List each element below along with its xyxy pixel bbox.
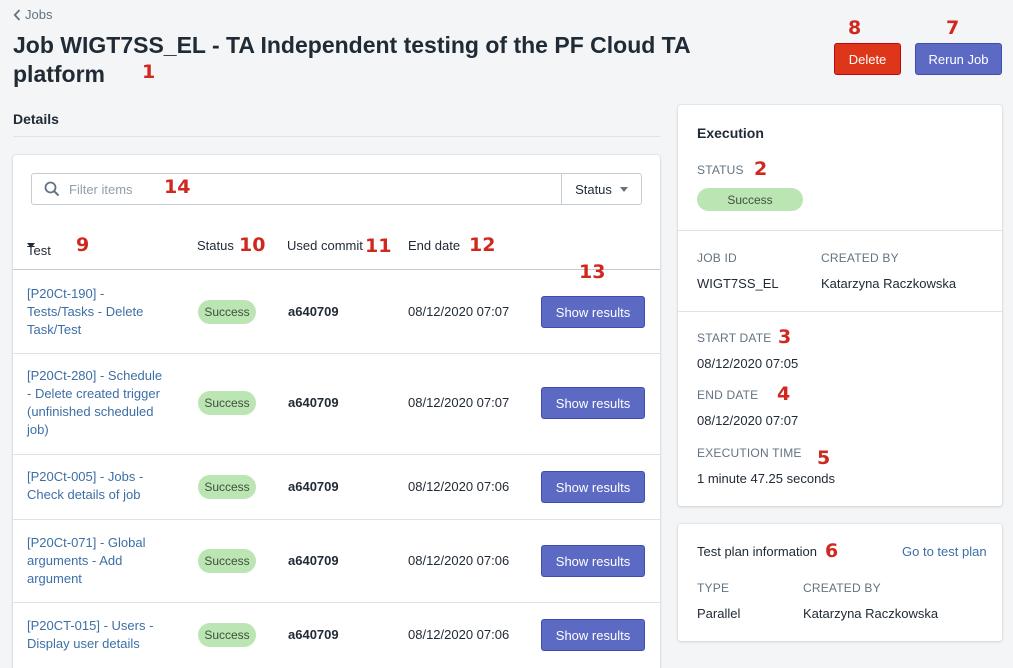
- end-date-value: 08/12/2020 07:07: [697, 413, 799, 428]
- show-results-button[interactable]: Show results: [541, 296, 645, 328]
- start-date-label: Start date: [697, 331, 772, 345]
- show-results-button[interactable]: Show results: [541, 387, 645, 419]
- job-id-label: Job ID: [697, 251, 737, 265]
- table-row: [P20Ct-071] - Global arguments - Add arg…: [13, 520, 660, 603]
- status-filter-label: Status: [575, 181, 612, 197]
- end-date: 08/12/2020 07:06: [408, 479, 510, 494]
- execution-card: Execution Status Success Job ID WIGT7SS_…: [678, 105, 1002, 506]
- annotation-marker: 7: [946, 17, 960, 39]
- breadcrumb-label: Jobs: [25, 7, 53, 22]
- end-date: 08/12/2020 07:07: [408, 304, 510, 319]
- go-to-test-plan-link[interactable]: Go to test plan: [902, 544, 987, 559]
- chevron-left-icon: [13, 8, 21, 21]
- table-row: [P20CT-015] - Users - Display user detai…: [13, 603, 660, 668]
- filter-bar: Status: [31, 173, 642, 205]
- annotation-marker: 14: [164, 176, 191, 198]
- execution-status-badge: Success: [697, 188, 803, 211]
- test-plan-card: Test plan information Go to test plan Ty…: [678, 524, 1002, 641]
- type-label: Type: [697, 581, 730, 595]
- annotation-marker: 2: [754, 158, 768, 180]
- details-divider: [13, 136, 660, 137]
- test-link[interactable]: [P20Ct-005] - Jobs - Check details of jo…: [27, 468, 167, 504]
- annotation-marker: 12: [469, 234, 496, 256]
- table-row: [P20Ct-280] - Schedule - Delete created …: [13, 354, 660, 455]
- status-badge: Success: [198, 300, 256, 324]
- commit-hash: a640709: [288, 479, 339, 494]
- table-row: [P20Ct-005] - Jobs - Check details of jo…: [13, 455, 660, 520]
- status-badge: Success: [198, 549, 256, 573]
- status-badge: Success: [198, 623, 256, 647]
- test-link[interactable]: [P20CT-015] - Users - Display user detai…: [27, 617, 167, 653]
- divider: [678, 311, 1002, 312]
- type-value: Parallel: [697, 606, 741, 621]
- annotation-marker: 3: [778, 326, 792, 348]
- test-link[interactable]: [P20Ct-280] - Schedule - Delete created …: [27, 367, 167, 439]
- caret-down-icon: [619, 186, 628, 192]
- annotation-marker: 6: [825, 540, 839, 562]
- tests-card: Status Test Status Used commit End date …: [13, 155, 660, 668]
- search-field[interactable]: [32, 174, 561, 204]
- rerun-job-button[interactable]: Rerun Job: [915, 43, 1002, 75]
- annotation-marker: 10: [239, 234, 266, 256]
- search-icon: [44, 181, 60, 197]
- created-by-value: Katarzyna Raczkowska: [821, 276, 957, 291]
- end-date: 08/12/2020 07:06: [408, 553, 510, 568]
- end-date: 08/12/2020 07:06: [408, 627, 510, 642]
- delete-button[interactable]: Delete: [834, 43, 901, 75]
- table-header: Test Status Used commit End date: [13, 233, 660, 270]
- column-status-label: Status: [197, 238, 234, 253]
- annotation-marker: 5: [817, 447, 831, 469]
- status-badge: Success: [198, 475, 256, 499]
- end-date-label: End date: [697, 388, 759, 402]
- table-row: [P20Ct-190] - Tests/Tasks - Delete Task/…: [13, 271, 660, 354]
- divider: [678, 230, 1002, 231]
- test-link[interactable]: [P20Ct-190] - Tests/Tasks - Delete Task/…: [27, 285, 167, 339]
- execution-time-value: 1 minute 47.25 seconds: [697, 471, 836, 486]
- show-results-button[interactable]: Show results: [541, 471, 645, 503]
- annotation-marker: 13: [579, 261, 606, 283]
- annotation-marker: 9: [76, 234, 90, 256]
- plan-created-by-label: Created by: [803, 581, 881, 595]
- breadcrumb-back-link[interactable]: Jobs: [13, 7, 52, 22]
- show-results-button[interactable]: Show results: [541, 545, 645, 577]
- end-date: 08/12/2020 07:07: [408, 395, 510, 410]
- job-id-value: WIGT7SS_EL: [697, 276, 779, 291]
- commit-hash: a640709: [288, 304, 339, 319]
- page-title: Job WIGT7SS_EL - TA Independent testing …: [13, 32, 690, 87]
- status-label: Status: [697, 163, 744, 177]
- details-heading: Details: [13, 111, 59, 127]
- annotation-marker: 8: [848, 17, 862, 39]
- sort-down-icon: [27, 243, 35, 248]
- annotation-marker: 4: [777, 383, 791, 405]
- created-by-label: Created by: [821, 251, 899, 265]
- status-badge: Success: [198, 391, 256, 415]
- column-end-date-label: End date: [408, 238, 461, 253]
- start-date-value: 08/12/2020 07:05: [697, 356, 799, 371]
- execution-time-label: Execution time: [697, 446, 802, 460]
- commit-hash: a640709: [288, 553, 339, 568]
- column-commit-label: Used commit: [287, 238, 363, 253]
- plan-created-by-value: Katarzyna Raczkowska: [803, 606, 939, 621]
- annotation-marker: 11: [365, 235, 392, 257]
- show-results-button[interactable]: Show results: [541, 619, 645, 651]
- commit-hash: a640709: [288, 627, 339, 642]
- commit-hash: a640709: [288, 395, 339, 410]
- status-filter-dropdown[interactable]: Status: [561, 174, 641, 204]
- test-link[interactable]: [P20Ct-071] - Global arguments - Add arg…: [27, 534, 167, 588]
- test-plan-heading: Test plan information: [697, 544, 817, 559]
- annotation-marker: 1: [142, 61, 156, 83]
- execution-heading: Execution: [697, 125, 764, 141]
